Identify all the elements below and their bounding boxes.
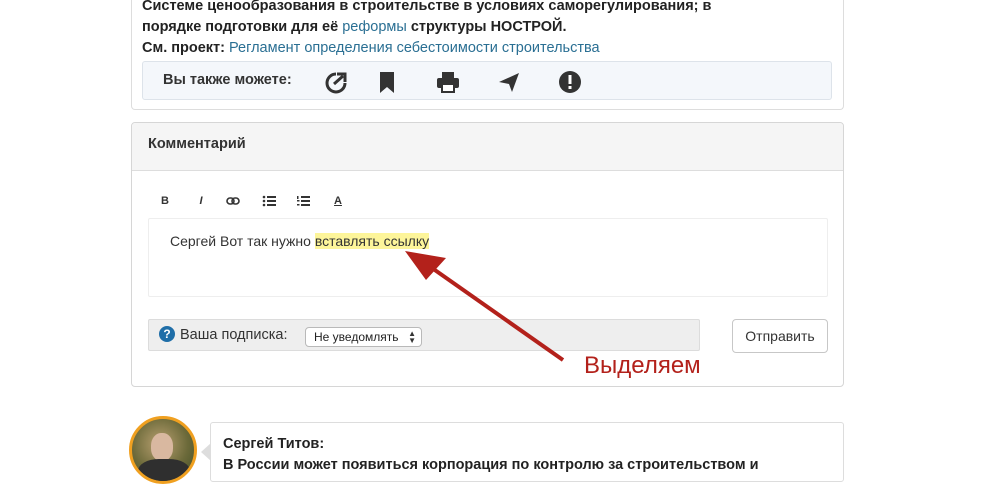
text-color-button[interactable]: A [329,192,347,210]
subscription-bar: ? Ваша подписка: Не уведомлять ▲ ▼ [148,319,700,351]
share-label: Вы также можете: [163,72,292,88]
article-line-1: Системе ценообразования в строительстве … [142,0,712,14]
editor-text: Сергей Вот так нужно [170,233,315,249]
comment-author: Сергей Титов: [223,436,325,452]
bookmark-icon[interactable] [374,69,400,95]
annotation-label: Выделяем [584,352,701,379]
article-line-2-post: структуры НОСТРОЙ. [406,19,567,35]
article-line-2: порядке подготовки для её реформы структ… [142,17,832,38]
reform-link[interactable]: реформы [342,19,407,35]
bullet-list-button[interactable] [260,192,278,210]
comment-panel: Комментарий B I A Сергей Вот так нужно в… [131,122,844,387]
help-icon[interactable]: ? [159,326,175,342]
share-icon[interactable] [323,69,349,95]
bold-button[interactable]: B [156,192,174,210]
link-icon [226,197,240,205]
numbered-list-button[interactable] [294,192,312,210]
subscription-select[interactable]: Не уведомлять ▲ ▼ [305,327,422,347]
print-icon[interactable] [435,69,461,95]
editor-content: Сергей Вот так нужно вставлять ссылку [170,233,430,249]
project-label: См. проект: [142,40,225,56]
share-bar: Вы также можете: [142,61,832,100]
comment-text: В России может появиться корпорация по к… [223,457,759,473]
avatar [129,416,197,484]
avatar-face [151,433,173,461]
comment-editor[interactable]: Сергей Вот так нужно вставлять ссылку [148,218,828,297]
article-line-2-pre: порядке подготовки для её [142,19,343,35]
send-icon[interactable] [496,69,522,95]
subscription-label: Ваша подписка: [180,327,288,343]
comment-bubble: Сергей Титов: В России может появиться к… [201,422,844,482]
project-link[interactable]: Регламент определения себестоимости стро… [229,40,600,56]
send-button[interactable]: Отправить [732,319,828,353]
comment-title: Комментарий [148,136,246,152]
selected-text: вставлять ссылку [314,233,430,249]
project-line: См. проект: Регламент определения себест… [142,38,832,59]
avatar-body [138,459,190,481]
article-text: Системе ценообразования в строительстве … [142,0,832,59]
numbered-list-icon [297,196,310,206]
comment-header: Комментарий [132,123,843,171]
subscription-value: Не уведомлять [314,330,399,344]
bullet-list-icon [262,195,276,207]
report-icon[interactable] [557,69,583,95]
select-arrows-icon: ▲ ▼ [408,329,416,345]
link-button[interactable] [224,192,242,210]
italic-button[interactable]: I [192,192,210,210]
